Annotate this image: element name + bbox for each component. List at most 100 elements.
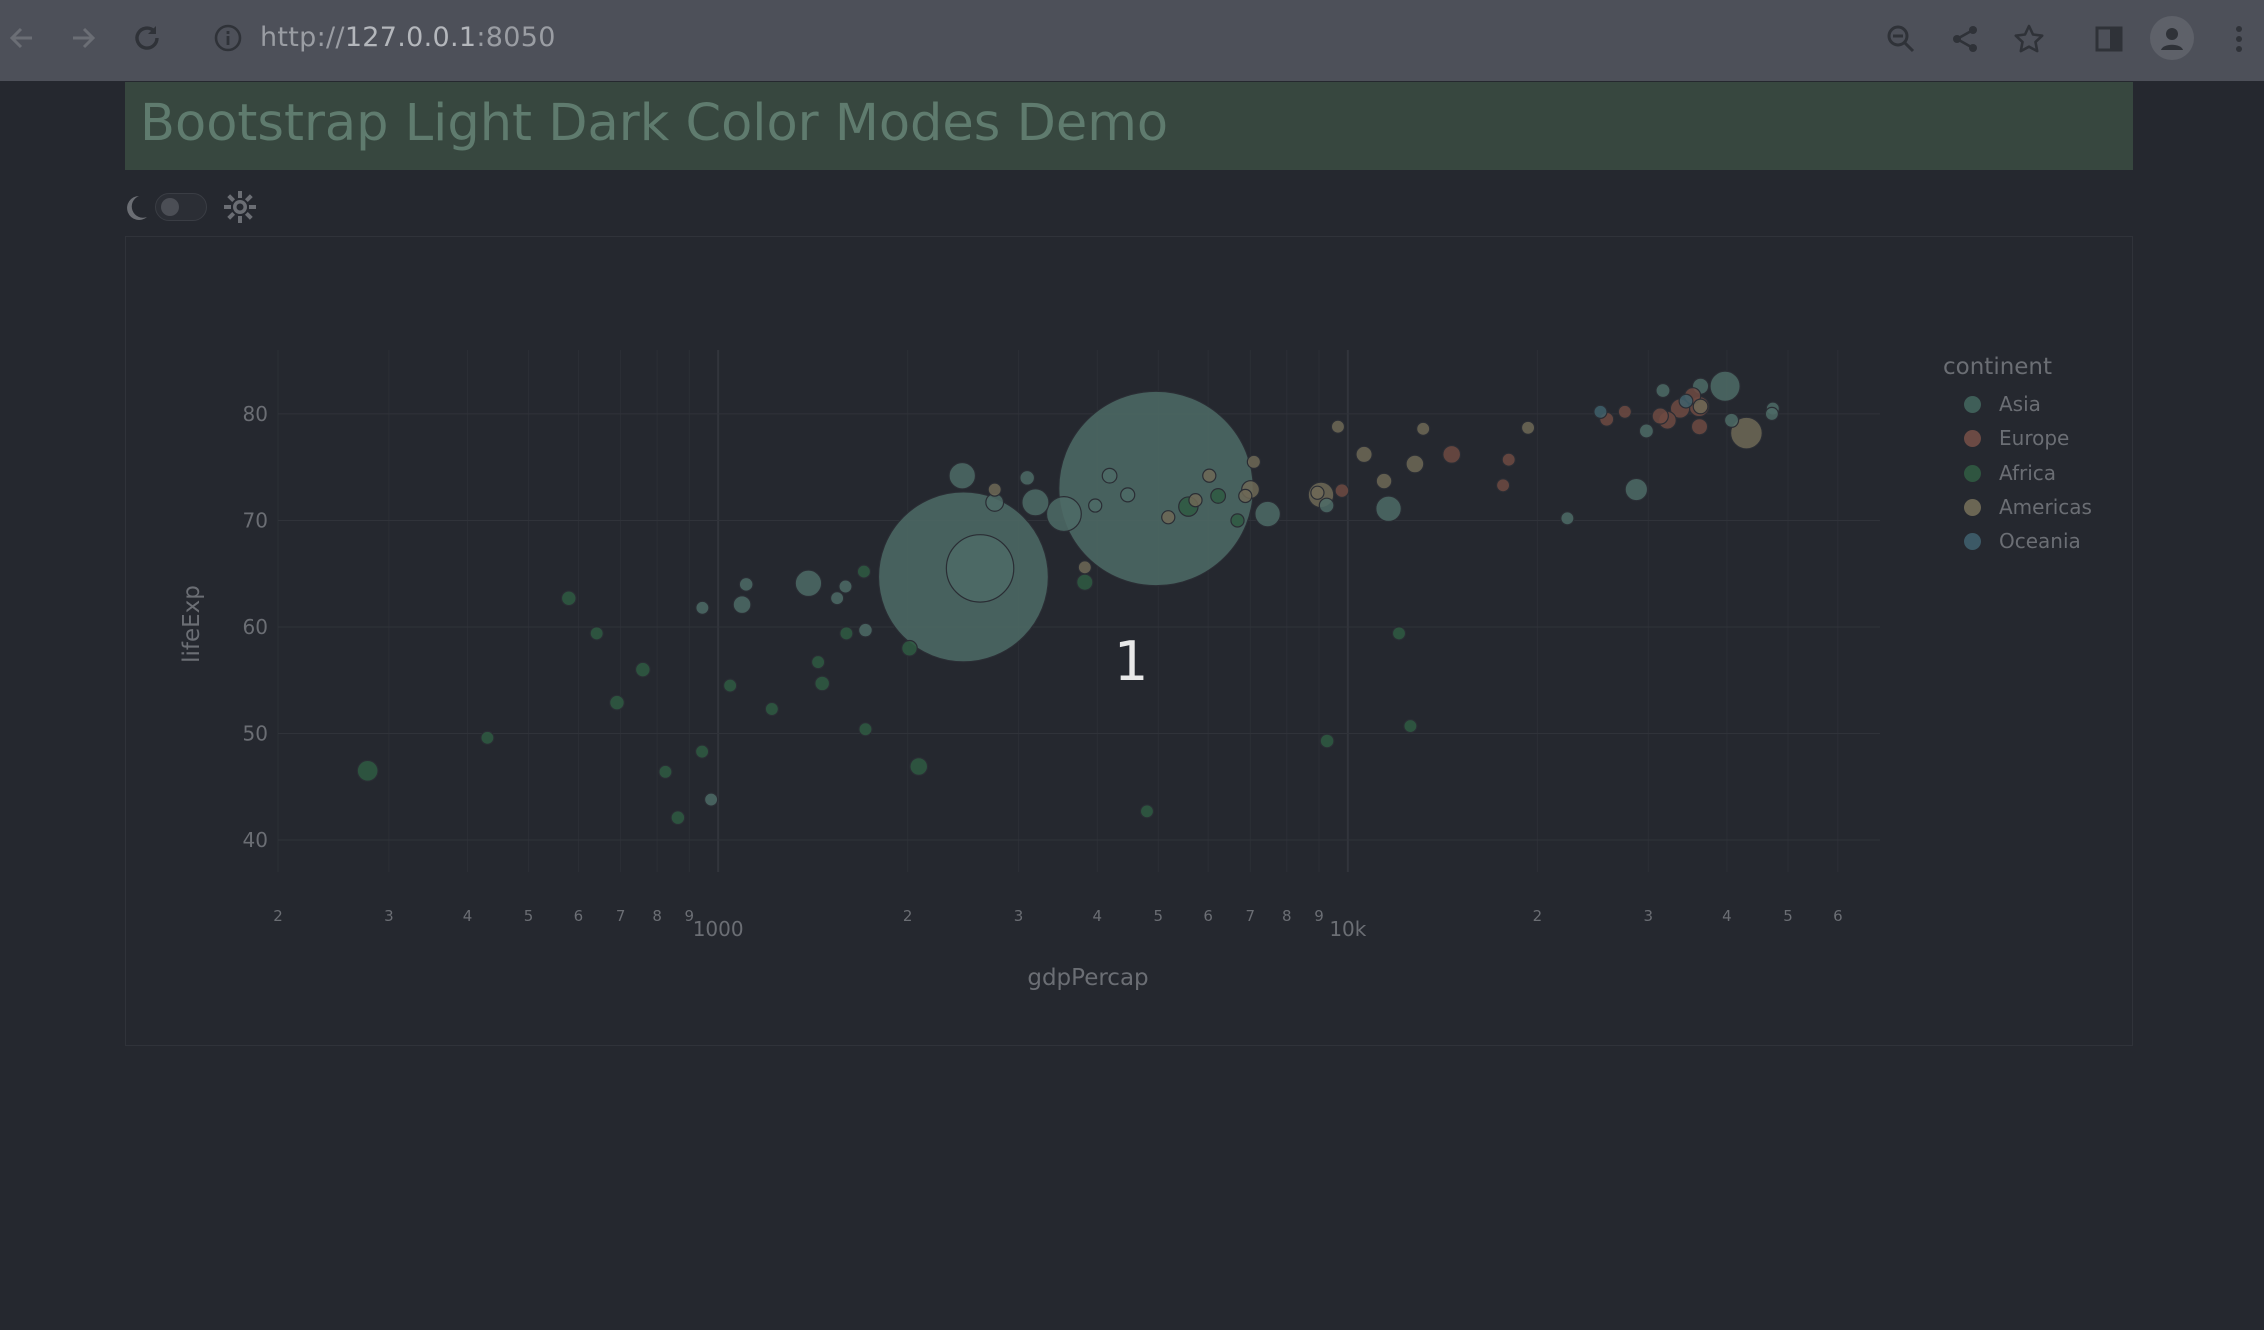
bubble-europe [1690, 418, 1709, 436]
bubble-asia [858, 622, 873, 638]
bubble-americas [1188, 493, 1203, 508]
bubble-asia [829, 591, 845, 606]
bubble-asia [695, 600, 710, 615]
bubble-asia [1019, 469, 1036, 486]
x-minor-tick-label: 6 [1833, 907, 1843, 925]
x-minor-tick-label: 8 [652, 907, 662, 925]
bubble-asia [1638, 423, 1655, 439]
bubble-africa [560, 590, 577, 607]
bubble-americas [1077, 560, 1092, 575]
legend-marker [1964, 395, 1981, 413]
x-minor-tick-label: 5 [524, 907, 534, 925]
bubble-asia [1088, 498, 1103, 513]
bubble-africa [909, 757, 929, 777]
x-tick-labels: 2 3 4 5 6 7 8 910002 3 4 5 6 7 8 910k2 3 4 5 6 [273, 907, 1842, 941]
y-tick-label: 40 [243, 828, 268, 852]
bubble-africa [858, 722, 873, 737]
legend-item-europe[interactable]: Europe [1964, 423, 2069, 453]
bubble-americas [987, 482, 1002, 497]
x-minor-tick-label: 3 [1644, 907, 1654, 925]
bubble-americas [1520, 420, 1536, 435]
legend-label: Oceania [1999, 529, 2081, 553]
legend-marker [1964, 429, 1981, 447]
y-tick-label: 70 [243, 508, 268, 532]
x-minor-tick-label: 4 [1722, 907, 1732, 925]
legend-label: Americas [1999, 495, 2092, 519]
legend-item-americas[interactable]: Americas [1964, 492, 2092, 522]
legend-label: Europe [1999, 426, 2070, 450]
bubble-africa [1210, 488, 1227, 504]
bubble-americas [1692, 398, 1709, 415]
bubble-africa [634, 661, 651, 678]
bubble-asia [838, 579, 853, 594]
bubble-americas [1416, 421, 1431, 436]
bubble-africa [658, 764, 673, 780]
legend-item-oceania[interactable]: Oceania [1964, 526, 2081, 556]
bubble-africa [356, 759, 379, 782]
bubble-asia [1560, 511, 1575, 526]
legend-title: continent [1943, 354, 2053, 380]
bubble-africa [1139, 804, 1155, 819]
y-tick-labels: 40 50 60 70 80 [243, 402, 268, 852]
y-tick-label: 50 [243, 722, 268, 746]
x-major-tick-label: 1000 [693, 917, 744, 941]
bubble-asia [1045, 496, 1082, 533]
bubble-africa [1403, 718, 1418, 734]
bubble-asia [1318, 497, 1335, 514]
bubble-africa [1230, 513, 1245, 528]
bubble-asia [1375, 495, 1402, 523]
legend-item-africa[interactable]: Africa [1964, 458, 2056, 488]
bubble-asia [738, 576, 754, 592]
bubble-africa [814, 675, 831, 692]
bubble-americas [1238, 488, 1253, 504]
bubble-asia [1254, 500, 1281, 528]
bubble-asia [1709, 370, 1741, 402]
x-minor-tick-label: 6 [574, 907, 584, 925]
bubble-europe [1617, 404, 1633, 419]
x-axis-label: gdpPercap [1027, 965, 1148, 991]
bubble-asia [1624, 477, 1649, 502]
bubble-africa [722, 678, 738, 693]
bubble-asia [1723, 412, 1740, 428]
bubble-asia [732, 595, 752, 615]
overlay-step-number: 1 [1114, 630, 1149, 693]
x-major-tick-label: 10k [1329, 917, 1366, 941]
bubble-africa [901, 639, 918, 657]
x-minor-tick-label: 2 [273, 907, 283, 925]
legend-marker [1964, 464, 1981, 482]
bubble-asia [794, 569, 823, 598]
bubble-americas [1405, 454, 1425, 474]
bubble-africa [1076, 573, 1094, 591]
legend-marker [1964, 532, 1981, 550]
x-minor-tick-label: 2 [1533, 907, 1543, 925]
bubble-africa [764, 701, 779, 717]
chart-bubbles [356, 370, 1780, 826]
bubble-africa [1391, 626, 1407, 641]
bubble-americas [1330, 419, 1346, 434]
bubble-asia [1101, 467, 1118, 484]
legend-item-asia[interactable]: Asia [1964, 389, 2041, 419]
bubble-asia [1764, 406, 1780, 422]
x-minor-tick-label: 9 [1314, 907, 1324, 925]
legend-marker [1964, 498, 1981, 516]
bubble-asia [1058, 390, 1254, 587]
bubble-americas [1161, 510, 1176, 525]
y-tick-label: 80 [243, 402, 268, 426]
x-minor-tick-label: 7 [1246, 907, 1256, 925]
bubble-africa [609, 694, 625, 711]
x-minor-tick-label: 2 [903, 907, 913, 925]
bubble-africa [810, 654, 826, 670]
bubble-africa [856, 564, 872, 579]
x-minor-tick-label: 5 [1154, 907, 1164, 925]
bubble-asia [945, 534, 1015, 603]
bubble-oceania [1593, 404, 1608, 419]
y-tick-label: 60 [243, 615, 268, 639]
bubble-americas [1355, 445, 1373, 464]
bubble-asia [1120, 487, 1136, 503]
bubble-africa [694, 744, 710, 759]
bubble-americas [1375, 472, 1393, 490]
bubble-americas [1246, 454, 1262, 470]
bubble-americas [1310, 485, 1325, 500]
x-minor-tick-label: 8 [1282, 907, 1292, 925]
x-minor-tick-label: 4 [1092, 907, 1102, 925]
